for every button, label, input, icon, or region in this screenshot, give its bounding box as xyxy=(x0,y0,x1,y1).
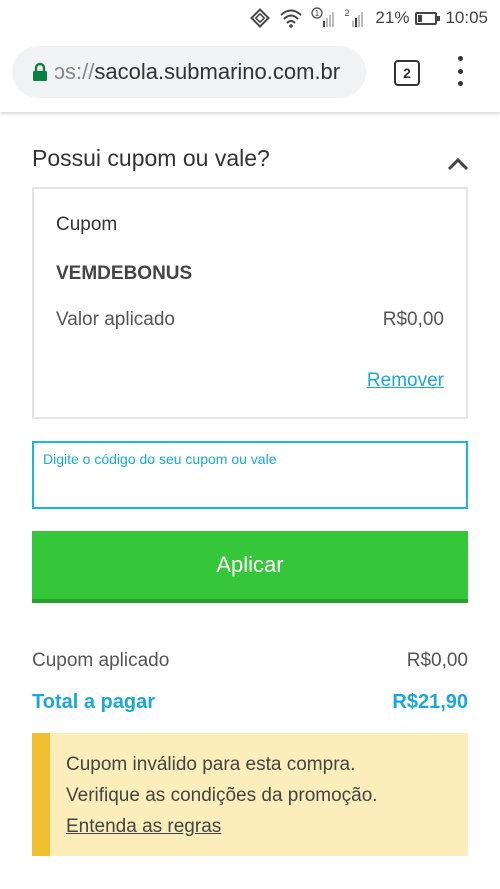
apply-coupon-button[interactable]: Aplicar xyxy=(32,531,468,603)
sim2-label: 2 xyxy=(345,8,350,18)
clock: 10:05 xyxy=(445,8,488,27)
coupon-applied-label: Cupom aplicado xyxy=(32,650,170,671)
url-host: sacola.submarino.com.br xyxy=(94,59,341,84)
url-text: ɔs://sacola.submarino.com.br xyxy=(54,59,354,85)
coupon-code: VEMDEBONUS xyxy=(56,263,193,284)
applied-value: R$0,00 xyxy=(382,309,444,330)
browser-toolbar: ɔs://sacola.submarino.com.br 2 xyxy=(0,36,500,112)
coupon-applied-value: R$0,00 xyxy=(406,650,468,671)
coupon-input-label: Digite o código do seu cupom ou vale xyxy=(43,451,277,467)
invalid-coupon-alert: Cupom inválido para esta compra. Verifiq… xyxy=(32,733,468,856)
status-bar: 1 2 21% 10:05 xyxy=(0,0,500,36)
alert-line-1: Cupom inválido para esta compra. xyxy=(66,754,356,775)
remove-coupon-link[interactable]: Remover xyxy=(367,370,444,392)
battery-icon xyxy=(415,11,441,25)
signal-icon: 2 xyxy=(343,7,367,29)
applied-coupon-card: Cupom VEMDEBONUS Valor aplicado R$0,00 R… xyxy=(32,187,468,419)
vibrate-icon xyxy=(249,7,271,29)
wifi-icon xyxy=(279,8,303,28)
tab-switcher-icon[interactable]: 2 xyxy=(394,60,420,86)
applied-value-label: Valor aplicado xyxy=(56,309,176,330)
lock-icon xyxy=(32,62,48,82)
coupon-code-input[interactable]: Digite o código do seu cupom ou vale xyxy=(32,441,468,509)
url-scheme: ɔs:// xyxy=(54,59,95,84)
total-label: Total a pagar xyxy=(32,691,155,713)
total-value: R$21,90 xyxy=(392,691,468,713)
battery-percent: 21% xyxy=(375,8,410,27)
rules-link[interactable]: Entenda as regras xyxy=(66,816,221,837)
tab-count: 2 xyxy=(403,65,411,81)
coupon-applied-row: Cupom aplicado R$0,00 xyxy=(32,650,468,672)
more-vert-icon[interactable] xyxy=(452,56,468,86)
coupon-section-title: Possui cupom ou vale? xyxy=(32,145,270,171)
address-bar[interactable]: ɔs://sacola.submarino.com.br xyxy=(12,46,366,98)
chevron-up-icon[interactable] xyxy=(447,157,469,176)
sim1-label: 1 xyxy=(315,9,320,18)
signal-icon: 1 xyxy=(311,7,335,29)
coupon-label: Cupom xyxy=(56,214,118,235)
total-row: Total a pagar R$21,90 xyxy=(32,691,468,714)
alert-line-2: Verifique as condições da promoção. xyxy=(66,785,378,806)
